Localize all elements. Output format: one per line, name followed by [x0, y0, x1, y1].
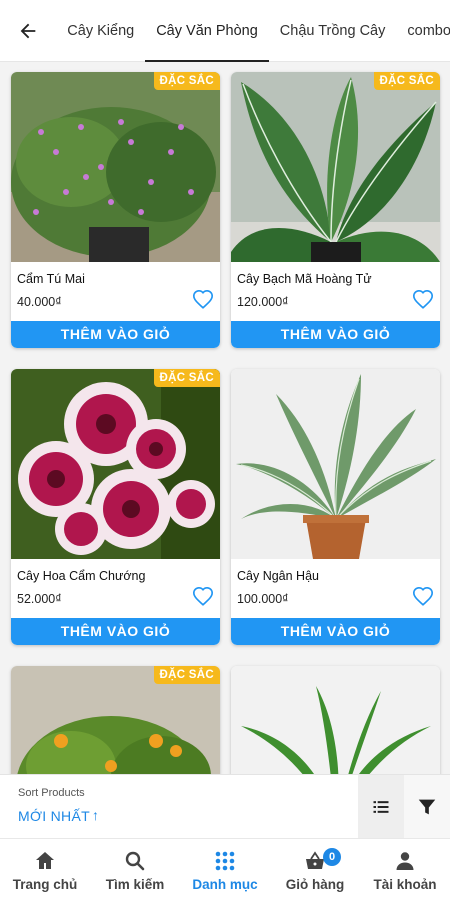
product-price: 120.000₫: [237, 295, 289, 309]
product-image[interactable]: [11, 369, 220, 559]
tab-cay-kieng[interactable]: Cây Kiểng: [56, 0, 145, 62]
home-icon: [36, 852, 54, 869]
product-card[interactable]: [231, 666, 440, 774]
nav-cart-label: Giỏ hàng: [285, 877, 345, 892]
tab-chau-trong-cay[interactable]: Chậu Trồng Cây: [269, 0, 397, 62]
product-price: 52.000₫: [17, 592, 62, 606]
bottom-navigation: Trang chủ Tìm kiếm Danh mục 0 Giỏ hàng T…: [0, 838, 450, 900]
category-tabs: Cây Kiểng Cây Văn Phòng Chậu Trồng Cây c…: [56, 0, 450, 62]
filter-button[interactable]: [404, 775, 450, 839]
featured-badge: ĐẶC SẮC: [153, 72, 220, 90]
product-name: Cây Bạch Mã Hoàng Tử: [237, 272, 372, 286]
product-card[interactable]: ĐẶC SẮC Cây Hoa Cẩm Chướng 52.000₫ THÊM …: [11, 369, 220, 645]
heart-icon[interactable]: [412, 289, 434, 311]
nav-account-label: Tài khoản: [373, 877, 437, 892]
grid-icon: [215, 851, 235, 871]
list-view-button[interactable]: [358, 775, 404, 839]
add-to-cart-button[interactable]: THÊM VÀO GIỎ: [231, 618, 440, 645]
sort-bar: Sort Products MỚI NHẤT ↑: [0, 774, 450, 839]
product-card[interactable]: ĐẶC SẮC Cẩm Tú Mai 40.000₫ THÊM VÀO GIỎ: [11, 72, 220, 348]
list-icon: [373, 801, 389, 813]
product-card[interactable]: Cây Ngân Hậu 100.000₫ THÊM VÀO GIỎ: [231, 369, 440, 645]
back-button[interactable]: [0, 0, 56, 62]
nav-account[interactable]: Tài khoản: [360, 839, 450, 900]
nav-home-label: Trang chủ: [12, 877, 78, 892]
product-price: 40.000₫: [17, 295, 62, 309]
featured-badge: ĐẶC SẮC: [153, 369, 220, 387]
heart-icon[interactable]: [192, 289, 214, 311]
add-to-cart-button[interactable]: THÊM VÀO GIỎ: [231, 321, 440, 348]
nav-cart[interactable]: 0 Giỏ hàng: [270, 839, 360, 900]
add-to-cart-button[interactable]: THÊM VÀO GIỎ: [11, 618, 220, 645]
featured-badge: ĐẶC SẮC: [373, 72, 440, 90]
nav-search[interactable]: Tìm kiếm: [90, 839, 180, 900]
product-card[interactable]: ĐẶC SẮC Cây Bạch Mã Hoàng Tử 120.000₫ TH…: [231, 72, 440, 348]
product-price: 100.000₫: [237, 592, 289, 606]
nav-categories[interactable]: Danh mục: [180, 839, 270, 900]
heart-icon[interactable]: [412, 586, 434, 608]
product-image[interactable]: [231, 666, 440, 774]
product-card[interactable]: ĐẶC SẮC: [11, 666, 220, 774]
product-grid[interactable]: ĐẶC SẮC Cẩm Tú Mai 40.000₫ THÊM VÀO GIỎ: [0, 62, 450, 774]
product-name: Cây Hoa Cẩm Chướng: [17, 569, 146, 583]
add-to-cart-button[interactable]: THÊM VÀO GIỎ: [11, 321, 220, 348]
tab-cay-van-phong[interactable]: Cây Văn Phòng: [145, 0, 269, 62]
product-image[interactable]: [11, 72, 220, 262]
nav-search-label: Tìm kiếm: [105, 877, 165, 892]
nav-categories-label: Danh mục: [192, 877, 258, 892]
sort-label: Sort Products: [18, 787, 85, 799]
product-image[interactable]: [231, 72, 440, 262]
product-name: Cây Ngân Hậu: [237, 569, 319, 583]
top-app-bar: Cây Kiểng Cây Văn Phòng Chậu Trồng Cây c…: [0, 0, 450, 62]
search-icon: [125, 851, 145, 871]
nav-home[interactable]: Trang chủ: [0, 839, 90, 900]
arrow-left-icon: [20, 23, 36, 38]
filter-icon: [418, 799, 436, 815]
product-image[interactable]: [231, 369, 440, 559]
product-name: Cẩm Tú Mai: [17, 272, 85, 286]
cart-count-badge: 0: [323, 848, 341, 866]
tab-combo[interactable]: combo: [396, 0, 450, 62]
sort-dropdown[interactable]: MỚI NHẤT: [18, 808, 90, 824]
featured-badge: ĐẶC SẮC: [153, 666, 220, 684]
sort-direction-arrow[interactable]: ↑: [92, 807, 99, 823]
person-icon: [396, 852, 414, 870]
heart-icon[interactable]: [192, 586, 214, 608]
